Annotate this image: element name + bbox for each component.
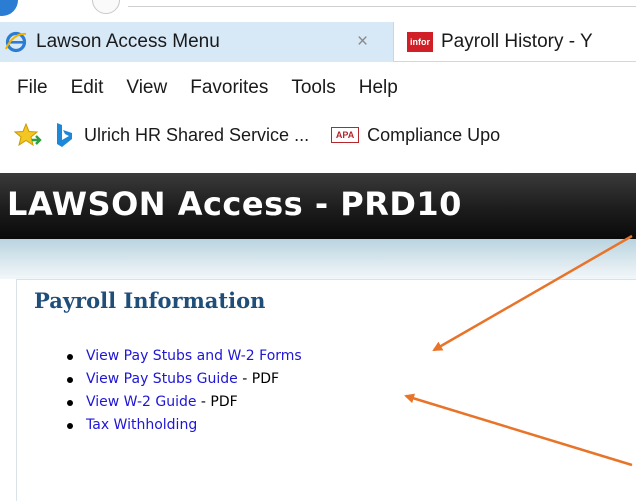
header-gradient-band [0,239,636,279]
menu-bar: File Edit View Favorites Tools Help [0,62,636,114]
section-title: Payroll Information [34,288,266,313]
favorites-bar: Ulrich HR Shared Service ... APA Complia… [0,114,636,156]
add-favorite-star-icon[interactable] [14,123,42,147]
menu-file[interactable]: File [17,77,48,99]
favorite-ulrich-hr[interactable]: Ulrich HR Shared Service ... [84,125,309,146]
app-header: LAWSON Access - PRD10 [0,173,636,239]
tab-bar: Lawson Access Menu × infor Payroll Histo… [0,22,636,62]
close-tab-icon[interactable]: × [357,22,368,62]
tab-label: Payroll History - Y [441,31,593,52]
view-w2-guide-link[interactable]: View W-2 Guide [86,394,196,410]
menu-edit[interactable]: Edit [71,77,104,99]
tab-payroll-history[interactable]: infor Payroll History - Y [395,22,636,62]
ie-icon [5,31,27,53]
list-item: Tax Withholding [67,414,302,437]
menu-tools[interactable]: Tools [291,77,335,99]
list-item: View Pay Stubs and W-2 Forms [67,345,302,368]
favorite-compliance-updates[interactable]: Compliance Upo [367,125,500,146]
infor-icon: infor [407,32,433,52]
payroll-links-list: View Pay Stubs and W-2 Forms View Pay St… [67,345,302,437]
payroll-info-panel: Payroll Information View Pay Stubs and W… [16,279,636,501]
link-suffix: - PDF [237,371,280,387]
address-bar-edge [128,6,636,7]
bing-icon [57,123,72,147]
link-suffix: - PDF [196,394,238,410]
tab-lawson-access-menu[interactable]: Lawson Access Menu [0,22,394,62]
menu-view[interactable]: View [126,77,167,99]
tax-withholding-link[interactable]: Tax Withholding [86,417,197,433]
view-pay-stubs-w2-link[interactable]: View Pay Stubs and W-2 Forms [86,348,302,364]
list-item: View W-2 Guide - PDF [67,391,302,414]
page-title: LAWSON Access - PRD10 [7,185,462,223]
list-item: View Pay Stubs Guide - PDF [67,368,302,391]
apa-icon: APA [331,127,360,143]
top-window-strip [0,0,636,18]
forward-button[interactable] [92,0,120,14]
tab-label: Lawson Access Menu [36,31,220,52]
view-pay-stubs-guide-link[interactable]: View Pay Stubs Guide [86,371,238,387]
back-button[interactable] [0,0,18,16]
menu-help[interactable]: Help [359,77,398,99]
menu-favorites[interactable]: Favorites [190,77,268,99]
